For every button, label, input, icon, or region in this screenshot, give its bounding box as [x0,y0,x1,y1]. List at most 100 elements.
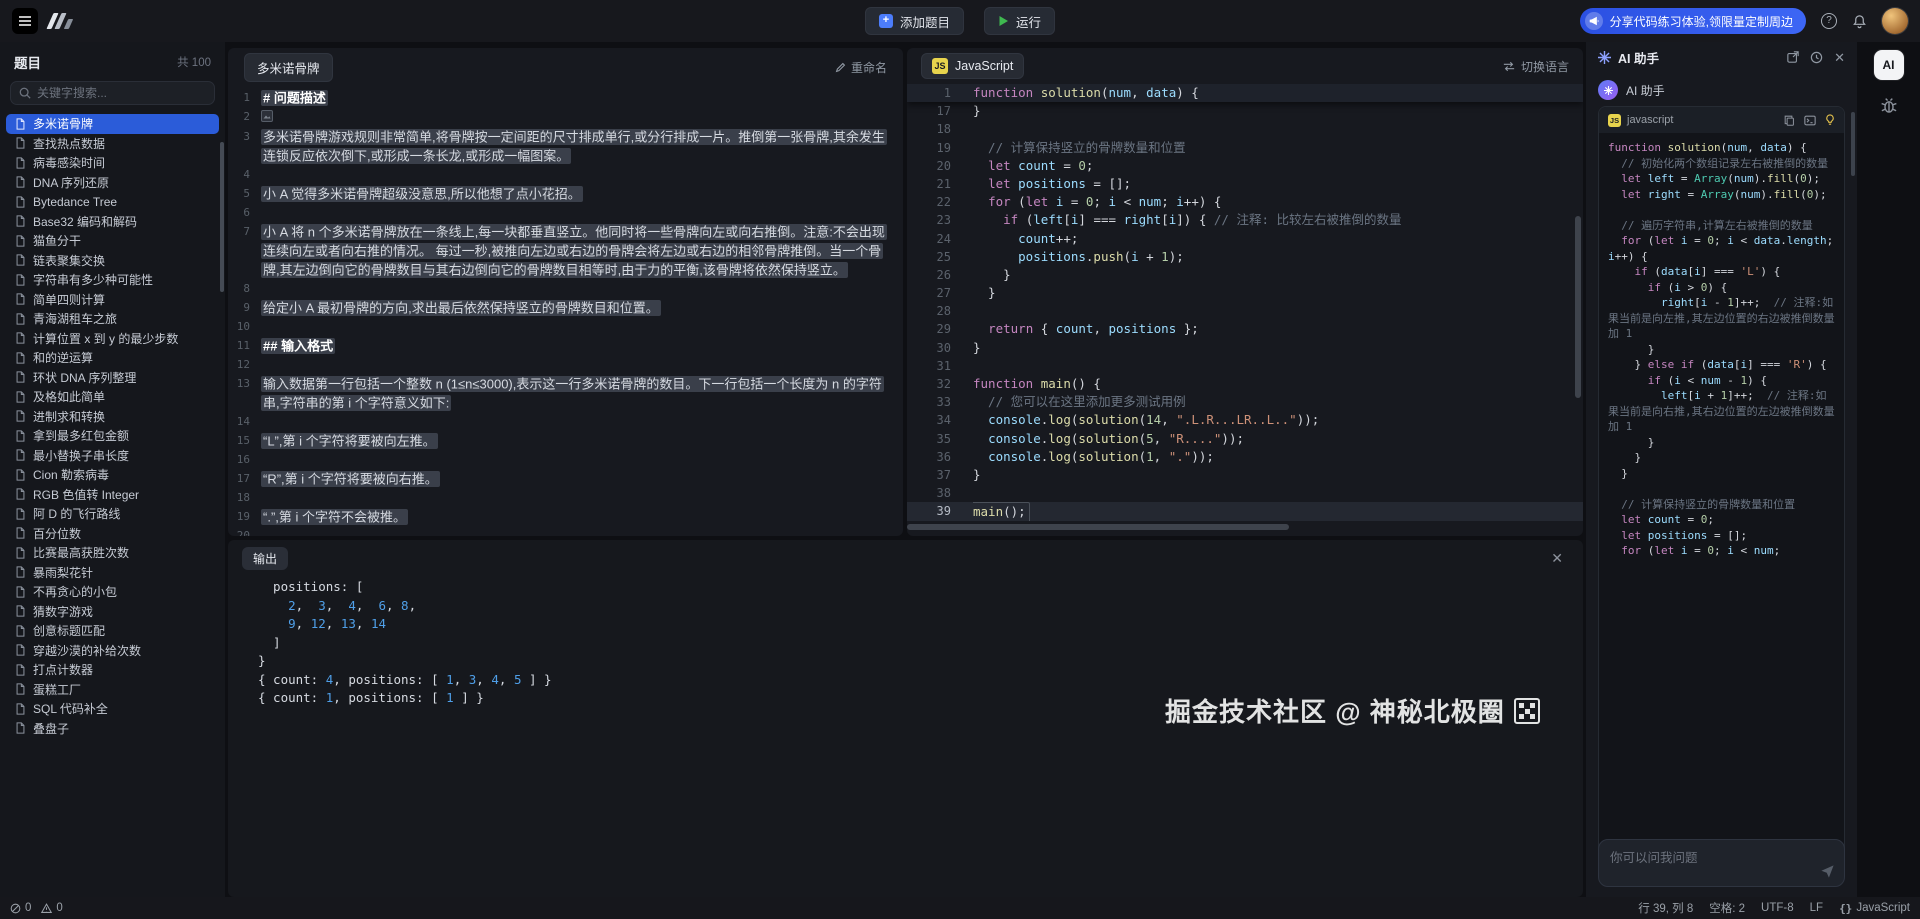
code-line[interactable]: 21 let positions = []; [907,175,1583,193]
sidebar-scrollbar[interactable] [220,142,224,292]
warnings-indicator[interactable]: 0 [41,902,62,914]
code-line[interactable]: 24 count++; [907,230,1583,248]
code-line[interactable]: 27 } [907,284,1583,302]
sidebar-item[interactable]: 蛋糕工厂 [6,680,219,700]
sidebar-item[interactable]: 拿到最多红包金额 [6,426,219,446]
sidebar-item[interactable]: 叠盘子 [6,719,219,739]
markdown-line[interactable]: 2 [228,107,903,127]
sidebar-item[interactable]: Base32 编码和解码 [6,212,219,232]
markdown-line[interactable]: 7小 A 将 n 个多米诺骨牌放在一条线上,每一块都垂直竖立。他同时将一些骨牌向… [228,222,903,279]
menu-button[interactable] [12,8,38,34]
editor-horizontal-scrollbar[interactable] [907,524,1289,530]
markdown-line[interactable]: 11## 输入格式 [228,336,903,355]
markdown-line[interactable]: 19“.”,第 i 个字符不会被推。 [228,507,903,526]
code-line[interactable]: 19 // 计算保持竖立的骨牌数量和位置 [907,139,1583,157]
code-line[interactable]: 31 [907,357,1583,375]
sidebar-item[interactable]: 比赛最高获胜次数 [6,543,219,563]
sidebar-item[interactable]: SQL 代码补全 [6,699,219,719]
sidebar-item[interactable]: 打点计数器 [6,660,219,680]
code-line[interactable]: 38 [907,484,1583,502]
sidebar-item[interactable]: 猫鱼分干 [6,231,219,251]
code-line[interactable]: 26 } [907,266,1583,284]
lightbulb-icon[interactable] [1825,114,1835,126]
sidebar-item[interactable]: 暴雨梨花针 [6,563,219,583]
promo-banner[interactable]: 分享代码练习体验,领限量定制周边 [1580,8,1806,34]
add-problem-button[interactable]: + 添加题目 [865,7,964,35]
markdown-line[interactable]: 3多米诺骨牌游戏规则非常简单,将骨牌按一定间距的尺寸排成单行,或分行排成一片。推… [228,127,903,165]
tab-javascript[interactable]: JS JavaScript [921,53,1024,79]
problem-title-tab[interactable]: 多米诺骨牌 [244,53,333,82]
sidebar-item[interactable]: 青海湖租车之旅 [6,309,219,329]
sidebar-item[interactable]: 链表聚集交换 [6,251,219,271]
markdown-line[interactable]: 6 [228,203,903,222]
share-icon[interactable] [1787,51,1799,63]
eol-setting[interactable]: LF [1810,902,1823,914]
markdown-line[interactable]: 12 [228,355,903,374]
sidebar-item[interactable]: Bytedance Tree [6,192,219,212]
run-button[interactable]: 运行 [984,7,1055,35]
markdown-line[interactable]: 1# 问题描述 [228,88,903,107]
sidebar-item[interactable]: 字符串有多少种可能性 [6,270,219,290]
markdown-line[interactable]: 10 [228,317,903,336]
sidebar-item[interactable]: Cion 勒索病毒 [6,465,219,485]
code-line[interactable]: 33 // 您可以在这里添加更多测试用例 [907,393,1583,411]
sidebar-item[interactable]: 多米诺骨牌 [6,114,219,134]
code-line[interactable]: 23 if (left[i] === right[i]) { // 注释: 比较… [907,211,1583,229]
search-box[interactable] [10,81,215,105]
insert-code-icon[interactable] [1804,115,1816,126]
code-line[interactable]: 30} [907,339,1583,357]
close-output-icon[interactable]: ✕ [1545,550,1569,567]
code-line[interactable]: 29 return { count, positions }; [907,320,1583,338]
sidebar-item[interactable]: 和的逆运算 [6,348,219,368]
cursor-position[interactable]: 行 39, 列 8 [1638,900,1693,916]
sidebar-item[interactable]: 不再贪心的小包 [6,582,219,602]
sidebar-item[interactable]: 创意标题匹配 [6,621,219,641]
encoding-setting[interactable]: UTF-8 [1761,902,1794,914]
ai-toggle-button[interactable]: AI [1874,50,1904,80]
sidebar-item[interactable]: 简单四则计算 [6,290,219,310]
avatar[interactable] [1882,8,1908,34]
code-line[interactable]: 28 [907,302,1583,320]
indentation-setting[interactable]: 空格: 2 [1709,900,1745,916]
markdown-line[interactable]: 15“L”,第 i 个字符将要被向左推。 [228,431,903,450]
help-button[interactable]: ? [1821,13,1837,29]
sidebar-item[interactable]: 阿 D 的飞行路线 [6,504,219,524]
switch-language-button[interactable]: 切换语言 [1503,58,1569,75]
markdown-line[interactable]: 8 [228,279,903,298]
code-line[interactable]: 37} [907,466,1583,484]
sidebar-item[interactable]: DNA 序列还原 [6,173,219,193]
code-line[interactable]: 18 [907,120,1583,138]
markdown-line[interactable]: 14 [228,412,903,431]
ai-panel-scrollbar[interactable] [1851,112,1855,176]
markdown-line[interactable]: 18 [228,488,903,507]
close-ai-icon[interactable]: ✕ [1834,51,1845,64]
code-line[interactable]: 32function main() { [907,375,1583,393]
code-line[interactable]: 20 let count = 0; [907,157,1583,175]
sidebar-item[interactable]: RGB 色值转 Integer [6,485,219,505]
code-line[interactable]: 36 console.log(solution(1, ".")); [907,448,1583,466]
bug-icon[interactable] [1879,96,1898,115]
sidebar-item[interactable]: 穿越沙漠的补给次数 [6,641,219,661]
rename-button[interactable]: 重命名 [835,59,887,76]
markdown-line[interactable]: 9给定小 A 最初骨牌的方向,求出最后依然保持竖立的骨牌数目和位置。 [228,298,903,317]
editor-vertical-scrollbar[interactable] [1575,216,1581,398]
code-line[interactable]: 22 for (let i = 0; i < num; i++) { [907,193,1583,211]
sidebar-item[interactable]: 环状 DNA 序列整理 [6,368,219,388]
markdown-line[interactable]: 5小 A 觉得多米诺骨牌超级没意思,所以他想了点小花招。 [228,184,903,203]
markdown-line[interactable]: 17“R”,第 i 个字符将要被向右推。 [228,469,903,488]
sidebar-item[interactable]: 百分位数 [6,524,219,544]
code-line[interactable]: 34 console.log(solution(14, ".L.R...LR..… [907,411,1583,429]
code-line[interactable]: 17} [907,102,1583,120]
editor-body[interactable]: 1 function solution(num, data) { 17}1819… [907,84,1583,536]
sidebar-item[interactable]: 查找热点数据 [6,134,219,154]
sidebar-item[interactable]: 进制求和转换 [6,407,219,427]
search-input[interactable] [37,86,206,100]
ai-question-input[interactable] [1610,851,1806,865]
code-line[interactable]: 39main(); [907,502,1583,520]
logo[interactable] [50,13,71,29]
sidebar-item[interactable]: 最小替换子串长度 [6,446,219,466]
markdown-line[interactable]: 16 [228,450,903,469]
markdown-line[interactable]: 13输入数据第一行包括一个整数 n (1≤n≤3000),表示这一行多米诺骨牌的… [228,374,903,412]
errors-indicator[interactable]: 0 [10,902,31,914]
sidebar-item[interactable]: 计算位置 x 到 y 的最少步数 [6,329,219,349]
